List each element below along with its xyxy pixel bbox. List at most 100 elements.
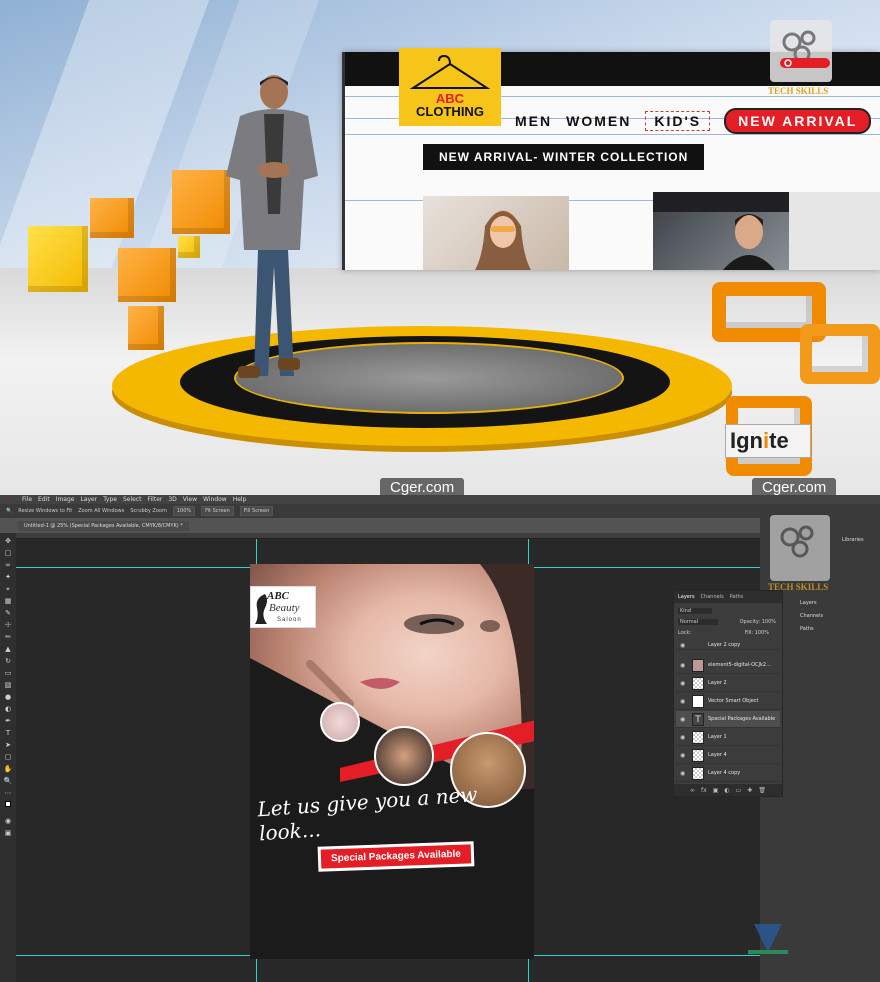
type-tool-icon[interactable]: T	[3, 729, 13, 738]
visibility-eye-icon[interactable]: ◉	[680, 716, 685, 723]
menu-select[interactable]: Select	[123, 495, 142, 504]
quick-select-tool-icon[interactable]: ✦	[3, 573, 13, 582]
visibility-eye-icon[interactable]: ◉	[680, 698, 685, 705]
quick-mask-icon[interactable]: ◉	[3, 817, 13, 826]
eyedropper-tool-icon[interactable]: ✎	[3, 609, 13, 618]
menu-file[interactable]: File	[22, 495, 32, 504]
menu-3d[interactable]: 3D	[168, 495, 176, 504]
watermark-left: Cger.com	[380, 478, 465, 495]
marquee-tool-icon[interactable]: □	[3, 549, 13, 558]
decor-cube	[128, 306, 164, 350]
menu-edit[interactable]: Edit	[38, 495, 50, 504]
libraries-tab[interactable]: Libraries	[842, 537, 864, 543]
model-photo-woman	[423, 196, 569, 270]
winter-collection-banner: NEW ARRIVAL- WINTER COLLECTION	[423, 144, 705, 170]
shortcut-layers[interactable]: Layers	[800, 600, 817, 606]
corner-logo-icon	[748, 920, 788, 956]
special-packages-text: Special Packages Available	[320, 844, 472, 869]
menu-window[interactable]: Window	[203, 495, 227, 504]
add-mask-icon[interactable]: ▣	[713, 787, 719, 794]
history-brush-icon[interactable]: ↻	[3, 657, 13, 666]
document-tab[interactable]: Untitled-1 @ 25% (Special Packages Avail…	[18, 521, 189, 531]
layer-row[interactable]: ◉ Layer 2	[676, 675, 780, 692]
hand-tool-icon[interactable]: ✋	[3, 765, 13, 774]
more-tools-icon[interactable]: ⋯	[3, 789, 13, 798]
menu-help[interactable]: Help	[233, 495, 247, 504]
nav-women[interactable]: WOMEN	[566, 113, 631, 129]
button-fit-screen[interactable]: Fit Screen	[201, 506, 234, 516]
gear-head-icon	[780, 525, 814, 558]
layer-row[interactable]: ◉ element5-digital-OCJk2...	[676, 657, 780, 674]
layer-row[interactable]: ◉ Layer 2 copy	[676, 641, 780, 650]
screen-mode-icon[interactable]: ▣	[3, 829, 13, 838]
path-select-tool-icon[interactable]: ➤	[3, 741, 13, 750]
ignite-logo: Ignite	[725, 424, 811, 458]
new-layer-icon[interactable]: ✚	[747, 787, 752, 794]
dodge-tool-icon[interactable]: ◐	[3, 705, 13, 714]
blur-tool-icon[interactable]: ●	[3, 693, 13, 702]
blend-mode-dropdown[interactable]: Normal	[678, 619, 718, 625]
visibility-eye-icon[interactable]: ◉	[680, 752, 685, 759]
layer-row[interactable]: ◉ Layer 4	[676, 747, 780, 764]
menu-filter[interactable]: Filter	[148, 495, 163, 504]
filter-kind-dropdown[interactable]: Kind	[678, 608, 712, 614]
button-100-percent[interactable]: 100%	[172, 506, 196, 516]
eraser-tool-icon[interactable]: ▭	[3, 669, 13, 678]
nav-kids[interactable]: KID'S	[645, 111, 711, 131]
layer-row[interactable]: ◉ Layer 4 copy	[676, 765, 780, 782]
visibility-eye-icon[interactable]: ◉	[680, 662, 685, 669]
visibility-eye-icon[interactable]: ◉	[680, 680, 685, 687]
menu-image[interactable]: Image	[56, 495, 75, 504]
menu-view[interactable]: View	[183, 495, 197, 504]
shortcut-channels[interactable]: Channels	[800, 613, 823, 619]
fx-icon[interactable]: fx	[701, 787, 707, 794]
document-canvas[interactable]: ABC Beauty Saloon Let us give you a new …	[250, 564, 534, 959]
shape-tool-icon[interactable]: ▢	[3, 753, 13, 762]
visibility-eye-icon[interactable]: ◉	[680, 770, 685, 777]
option-zoom-all[interactable]: Zoom All Windows	[78, 508, 124, 514]
healing-tool-icon[interactable]: ☩	[3, 621, 13, 630]
crop-tool-icon[interactable]: ⌖	[3, 585, 13, 594]
decor-cube	[28, 226, 88, 292]
frame-tool-icon[interactable]: ▦	[3, 597, 13, 606]
layer-row-selected[interactable]: ◉ T Special Packages Available	[676, 711, 780, 728]
video-wall: ABC CLOTHING MEN WOMEN KID'S NEW ARRIVAL…	[342, 48, 880, 270]
layer-row[interactable]: ◉ Vector Smart Object	[676, 693, 780, 710]
option-resize-windows[interactable]: Resize Windows to Fit	[18, 508, 72, 514]
decor-cube	[178, 236, 200, 258]
logo-beauty: Beauty	[269, 602, 300, 614]
layer-row[interactable]: ◉ Layer 1	[676, 729, 780, 746]
nav-new-arrival[interactable]: NEW ARRIVAL	[724, 108, 872, 134]
nail-photo-circle	[320, 702, 360, 742]
delete-layer-icon[interactable]: 🗑	[758, 787, 766, 794]
new-group-icon[interactable]: ▭	[736, 787, 742, 794]
tab-layers[interactable]: Layers	[678, 594, 695, 600]
layers-footer: ∞ fx ▣ ◐ ▭ ✚ 🗑	[674, 784, 782, 796]
move-tool-icon[interactable]: ✥	[3, 537, 13, 546]
opacity-value[interactable]: 100%	[762, 619, 776, 625]
pen-tool-icon[interactable]: ✒	[3, 717, 13, 726]
link-layers-icon[interactable]: ∞	[690, 787, 695, 794]
fill-value[interactable]: 100%	[755, 630, 769, 636]
layer-thumbnail	[692, 731, 704, 744]
zoom-tool-icon[interactable]: 🔍	[6, 508, 12, 514]
menu-layer[interactable]: Layer	[80, 495, 97, 504]
layer-name: Vector Smart Object	[708, 698, 759, 704]
button-fill-screen[interactable]: Fill Screen	[239, 506, 274, 516]
option-scrubby-zoom[interactable]: Scrubby Zoom	[130, 508, 166, 514]
gradient-tool-icon[interactable]: ▧	[3, 681, 13, 690]
zoom-tool-icon[interactable]: 🔍	[3, 777, 13, 786]
stamp-tool-icon[interactable]: ▲	[3, 645, 13, 654]
nav-men[interactable]: MEN	[515, 113, 552, 129]
tab-channels[interactable]: Channels	[701, 594, 724, 600]
lasso-tool-icon[interactable]: ∞	[3, 561, 13, 570]
shortcut-paths[interactable]: Paths	[800, 626, 814, 632]
tab-paths[interactable]: Paths	[730, 594, 744, 600]
color-swatches-icon[interactable]	[3, 801, 13, 810]
adjustment-icon[interactable]: ◐	[724, 787, 729, 794]
brush-tool-icon[interactable]: ✏	[3, 633, 13, 642]
visibility-eye-icon[interactable]: ◉	[680, 642, 685, 649]
logo-abc: ABC	[267, 590, 290, 602]
menu-type[interactable]: Type	[103, 495, 117, 504]
visibility-eye-icon[interactable]: ◉	[680, 734, 685, 741]
